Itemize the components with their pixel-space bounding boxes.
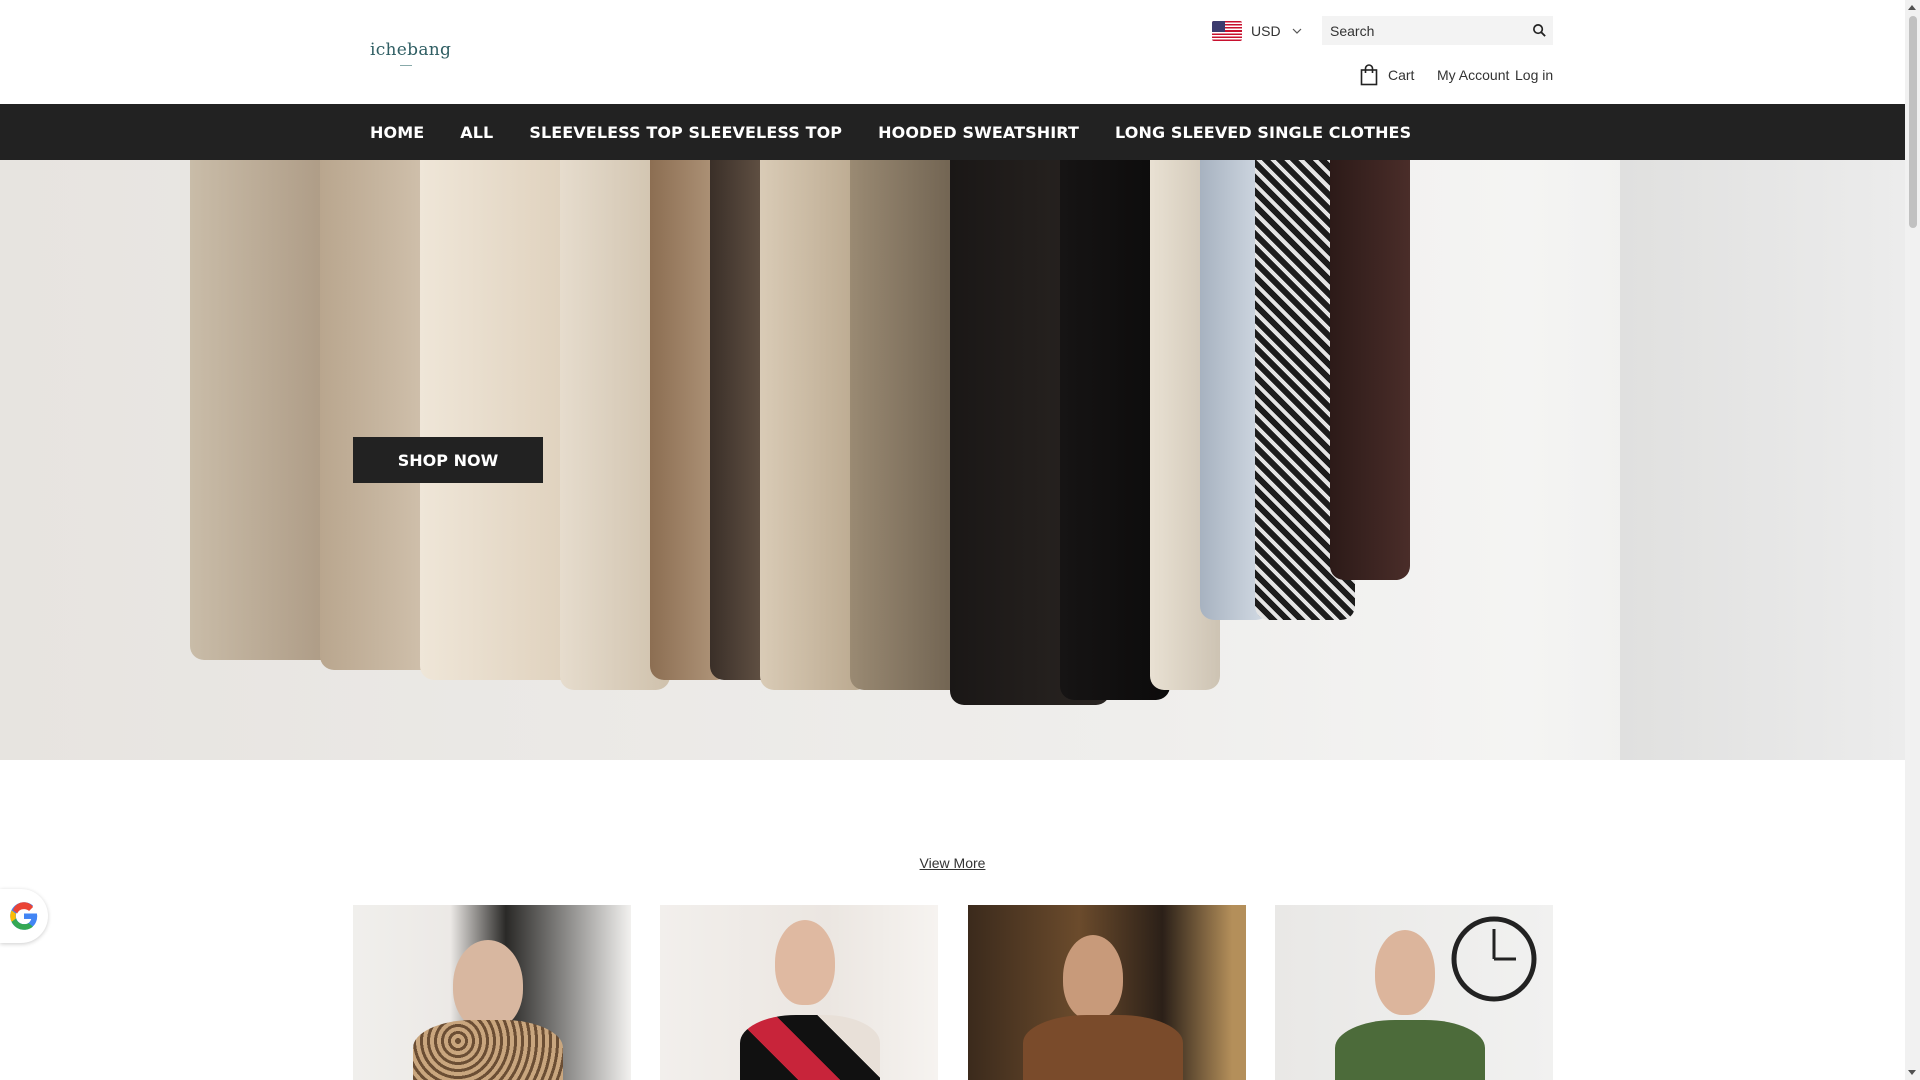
view-more-section: View More <box>0 855 1905 871</box>
site-logo[interactable]: ichebang <box>370 40 451 60</box>
product-image <box>453 940 523 1030</box>
product-card[interactable] <box>1275 905 1553 1080</box>
google-icon <box>10 902 38 930</box>
search-input[interactable] <box>1330 16 1520 45</box>
site-header: ichebang USD Cart My Account Log in <box>0 0 1905 104</box>
product-card[interactable] <box>353 905 631 1080</box>
shopping-bag-icon <box>1360 64 1378 86</box>
nav-item-hooded-sweatshirt[interactable]: HOODED SWEATSHIRT <box>878 123 1079 142</box>
product-image <box>1451 916 1537 1002</box>
currency-code: USD <box>1251 23 1281 39</box>
hero-wall <box>1620 160 1905 760</box>
product-card[interactable] <box>660 905 938 1080</box>
product-image <box>413 1020 563 1080</box>
main-navigation: HOME ALL SLEEVELESS TOP SLEEVELESS TOP H… <box>0 104 1905 160</box>
logo-underline <box>400 65 412 66</box>
google-login-badge[interactable] <box>0 889 48 943</box>
hero-banner: SHOP NOW <box>0 160 1905 760</box>
nav-item-long-sleeved-single-clothes[interactable]: LONG SLEEVED SINGLE CLOTHES <box>1115 123 1411 142</box>
us-flag-icon <box>1212 21 1242 41</box>
product-image <box>1335 1020 1485 1080</box>
chevron-down-icon <box>1292 28 1301 34</box>
page-scrollbar[interactable] <box>1905 0 1920 1080</box>
product-card[interactable] <box>968 905 1246 1080</box>
my-account-link[interactable]: My Account <box>1437 64 1509 86</box>
currency-selector[interactable]: USD <box>1212 19 1303 43</box>
scroll-down-arrow[interactable] <box>1908 1070 1916 1075</box>
product-image <box>1023 1015 1183 1080</box>
shop-now-button[interactable]: SHOP NOW <box>353 437 543 483</box>
search-icon[interactable] <box>1532 23 1547 38</box>
nav-item-home[interactable]: HOME <box>370 123 424 142</box>
product-image <box>775 920 835 1005</box>
scroll-thumb[interactable] <box>1909 16 1917 228</box>
view-more-link[interactable]: View More <box>920 855 986 871</box>
search-box <box>1322 16 1553 45</box>
cart-link[interactable]: Cart <box>1360 64 1414 86</box>
scroll-up-arrow[interactable] <box>1908 5 1916 10</box>
nav-item-sleeveless-top[interactable]: SLEEVELESS TOP SLEEVELESS TOP <box>529 123 842 142</box>
login-link[interactable]: Log in <box>1515 64 1553 86</box>
product-image <box>1063 935 1123 1020</box>
product-image <box>740 1015 880 1080</box>
hero-garment <box>1330 160 1410 580</box>
nav-item-all[interactable]: ALL <box>460 123 493 142</box>
product-image <box>1375 930 1435 1015</box>
cart-label: Cart <box>1388 67 1415 83</box>
